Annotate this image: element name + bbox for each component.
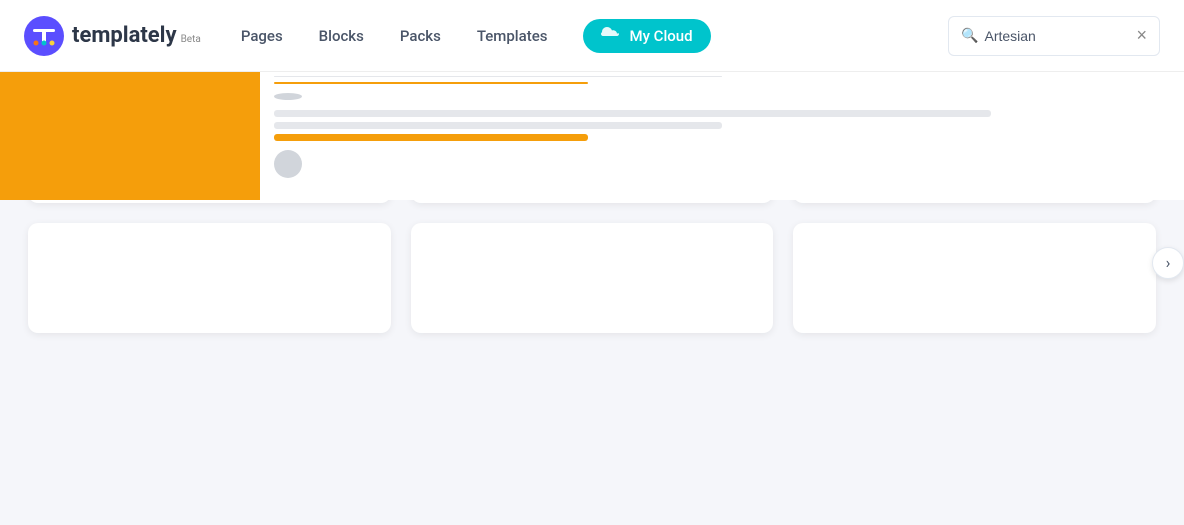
my-cloud-label: My Cloud — [629, 27, 692, 45]
search-icon: 🔍 — [961, 28, 978, 44]
close-button[interactable]: × — [1136, 25, 1147, 46]
card-preview: FREE — [793, 141, 1156, 200]
cloud-icon — [601, 27, 621, 45]
template-card[interactable]: FREE Artesian Header byWPDeveloper $0 — [793, 141, 1156, 203]
templates-grid: FREE Artesian Construction Website Templ… — [28, 141, 1156, 333]
nav-blocks[interactable]: Blocks — [319, 23, 364, 49]
logo-text: templately — [72, 23, 177, 48]
template-card[interactable]: FREE — [411, 223, 774, 333]
nav-packs[interactable]: Packs — [400, 23, 441, 49]
nav-templates[interactable]: Templates — [477, 23, 548, 49]
logo-area: templately Beta — [24, 16, 201, 56]
main-content: FREE Artesian Construction Website Templ… — [0, 117, 1184, 357]
search-input[interactable] — [984, 28, 1124, 44]
header: templately Beta Pages Blocks Packs Templ… — [0, 0, 1184, 72]
my-cloud-button[interactable]: My Cloud — [583, 19, 710, 53]
scroll-right-arrow[interactable]: › — [1152, 247, 1184, 279]
logo-icon — [24, 16, 64, 56]
template-card[interactable]: FREE — [793, 223, 1156, 333]
nav-pages[interactable]: Pages — [241, 23, 283, 49]
logo-text-group: templately Beta — [72, 23, 201, 48]
beta-badge: Beta — [181, 34, 201, 45]
main-nav: Pages Blocks Packs Templates My Cloud — [241, 19, 948, 53]
template-card[interactable]: FREE — [28, 223, 391, 333]
search-area: 🔍 × — [948, 16, 1160, 56]
